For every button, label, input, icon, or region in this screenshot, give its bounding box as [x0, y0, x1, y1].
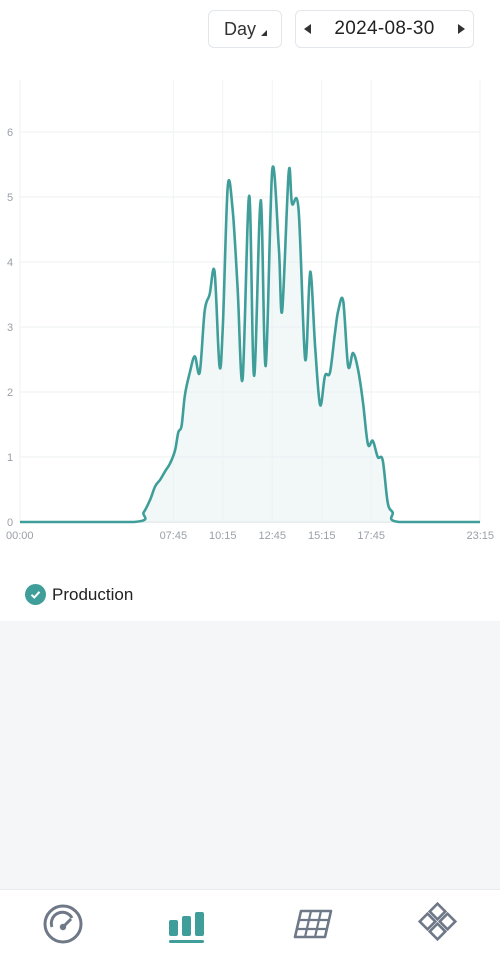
y-tick-label: 0 [7, 517, 13, 529]
legend[interactable]: Production [25, 584, 133, 605]
x-axis: 00:00 07:45 10:15 12:45 15:15 17:45 23:15 [6, 530, 494, 542]
next-date-icon[interactable] [457, 24, 465, 34]
chart-screen: Day 2024-08-30 00:00 07:45 10:15 12:45 15:15… [0, 0, 500, 620]
x-tick-label: 23:15 [466, 530, 494, 542]
range-label: Day [224, 18, 257, 39]
empty-panel [0, 621, 500, 889]
production-chart: 00:00 07:45 10:15 12:45 15:15 17:45 23:15 0 1 2 3… [6, 80, 494, 542]
nav-devices[interactable] [375, 890, 500, 957]
x-tick-label: 15:15 [308, 530, 336, 542]
y-tick-label: 1 [7, 452, 13, 464]
range-selector[interactable]: Day [208, 10, 282, 48]
date-label[interactable]: 2024-08-30 [334, 18, 434, 40]
diamond-grid-icon [417, 901, 457, 941]
y-tick-label: 5 [7, 192, 13, 204]
bar-chart-icon [168, 911, 204, 943]
checkmark-icon [25, 584, 46, 605]
legend-label-production: Production [52, 584, 134, 604]
prev-date-icon[interactable] [304, 24, 311, 34]
y-axis: 0 1 2 3 4 5 6 [7, 127, 13, 529]
y-tick-label: 3 [7, 322, 13, 334]
speedometer-icon [43, 904, 82, 943]
x-tick-label: 10:15 [209, 530, 237, 542]
y-tick-label: 6 [7, 127, 13, 139]
nav-plant[interactable] [250, 890, 375, 957]
x-tick-label: 07:45 [160, 530, 188, 542]
x-tick-label: 12:45 [258, 530, 286, 542]
nav-statistics[interactable] [125, 890, 250, 957]
solar-panel-icon [293, 909, 332, 938]
y-tick-label: 2 [7, 387, 13, 399]
nav-dashboard[interactable] [0, 890, 125, 957]
y-tick-label: 4 [7, 257, 13, 269]
x-tick-label: 00:00 [6, 530, 34, 542]
date-selector: 2024-08-30 [295, 10, 474, 48]
bottom-nav [0, 889, 500, 957]
x-tick-label: 17:45 [357, 530, 385, 542]
caret-icon [261, 30, 267, 36]
